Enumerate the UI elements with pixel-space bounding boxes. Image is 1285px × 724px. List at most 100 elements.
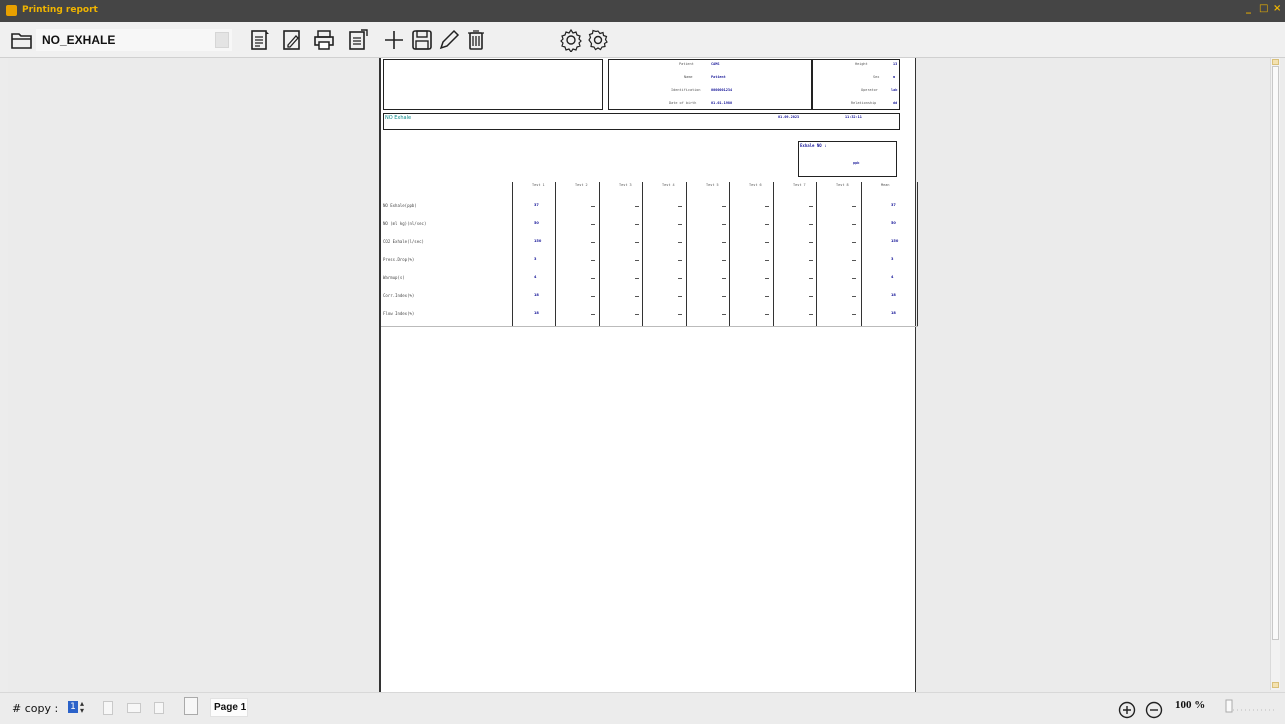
label-patient: Patient [679,62,694,66]
cell-empty [765,278,769,279]
column-divider [773,182,774,326]
settings-gear-icon[interactable] [586,28,610,52]
cell-empty [809,260,813,261]
report-page: Patient CAMS Name Patient Identification… [379,58,918,694]
cell-empty [765,242,769,243]
section-header: NO Exhale 01.09.2023 11:32:11 [383,113,900,130]
cell-empty [852,278,856,279]
patient-box: Patient CAMS Name Patient Identification… [608,59,812,110]
value-dob: 01.01.1980 [711,101,733,105]
section-date: 01.09.2023 [778,115,800,119]
settings-cog-icon[interactable] [559,28,583,52]
label-identification: Identification [671,88,701,92]
column-divider [555,182,556,326]
value-identification: 0000001234 [711,88,733,92]
table-right-border [917,182,918,326]
cell-value: 4 [534,275,537,279]
spin-arrows-icon[interactable]: ▴ ▾ [80,700,84,715]
trash-icon[interactable] [184,697,198,715]
value-relationship: dd [893,101,898,105]
column-divider [599,182,600,326]
save-icon[interactable] [410,28,434,52]
label-relationship: Relationship [851,101,877,105]
row-label: Corr.Index(%) [383,293,415,298]
page-landscape-icon[interactable] [127,703,141,713]
column-header: Test 1 [532,183,545,187]
minimize-button[interactable]: _ [1246,3,1251,14]
scroll-up-button[interactable] [1272,59,1279,65]
title-bar: Printing report _ □ × [0,0,1285,22]
printer-icon[interactable] [312,28,336,52]
demographics-box: Height 13 Sex m Operator lab Relationshi… [812,59,900,110]
report-select[interactable]: NO_EXHALE [36,29,232,51]
cell-empty [722,242,726,243]
zoom-out-icon[interactable] [1145,701,1163,719]
column-divider [512,182,513,326]
column-divider [729,182,730,326]
cell-mean: 150 [891,239,899,243]
cell-empty [678,224,682,225]
label-dob: Date of birth [669,101,697,105]
zoom-slider[interactable] [1225,699,1277,715]
cell-empty [809,206,813,207]
column-header: Test 8 [836,183,849,187]
section-time: 11:32:11 [845,115,862,119]
status-bar: # copy : 1 ▴ ▾ Page 1 100 % [0,692,1285,724]
cell-empty [678,296,682,297]
cell-empty [852,206,856,207]
doc-edit-icon[interactable] [280,28,304,52]
copy-spinbox[interactable]: 1 [68,701,78,713]
page-indicator[interactable]: Page 1 [210,698,248,717]
cell-empty [852,242,856,243]
cell-value: 37 [534,203,539,207]
cell-empty [809,278,813,279]
result-box: Exhale NO : ppb [798,141,897,177]
row-label: NO (ml kg)(nl/sec) [383,221,427,226]
vertical-scrollbar[interactable] [1270,58,1280,690]
cell-empty [635,314,639,315]
pencil-icon[interactable] [437,28,461,52]
cell-empty [635,224,639,225]
cell-empty [635,242,639,243]
plus-icon[interactable] [382,28,406,52]
cell-empty [809,314,813,315]
close-button[interactable]: × [1273,3,1281,14]
column-divider [861,182,862,326]
report-select-value: NO_EXHALE [42,33,116,47]
doc-text-icon[interactable] [248,28,272,52]
cell-mean: 18 [891,293,896,297]
cell-empty [722,224,726,225]
value-name: Patient [711,75,726,79]
cell-empty [591,260,595,261]
cell-empty [809,224,813,225]
scrollbar-thumb[interactable] [1272,66,1279,640]
cell-empty [722,278,726,279]
page-single-icon[interactable] [103,701,113,715]
doc-export-icon[interactable] [346,28,370,52]
cell-empty [722,206,726,207]
maximize-button[interactable]: □ [1259,3,1268,14]
cell-mean: 4 [891,275,894,279]
result-label: Exhale NO : [800,143,827,148]
cell-empty [722,260,726,261]
cell-empty [765,314,769,315]
cell-empty [809,296,813,297]
column-header: Test 2 [575,183,588,187]
folder-open-icon[interactable] [10,28,34,52]
section-title: NO Exhale [385,115,412,121]
row-label: Flow Index(%) [383,311,415,316]
cell-empty [678,206,682,207]
cell-empty [678,314,682,315]
chevron-down-icon[interactable] [215,32,229,48]
zoom-in-icon[interactable] [1118,701,1136,719]
cell-value: 50 [534,221,539,225]
cell-empty [591,206,595,207]
column-header: Test 3 [619,183,632,187]
page-blank-icon[interactable] [154,702,164,714]
logo-box [383,59,603,110]
result-unit: ppb [853,161,860,165]
scroll-down-button[interactable] [1272,682,1279,688]
trash-icon[interactable] [464,28,488,52]
label-height: Height [855,62,868,66]
cell-mean: 18 [891,311,896,315]
